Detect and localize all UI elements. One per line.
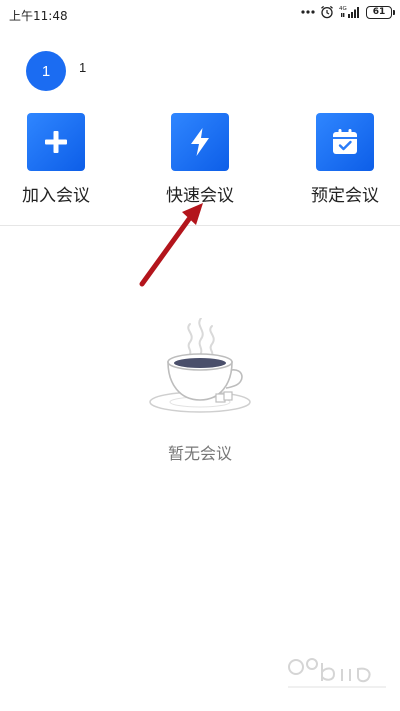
schedule-meeting-button[interactable]: 预定会议	[290, 113, 400, 206]
alarm-clock-icon	[320, 5, 334, 19]
join-meeting-button[interactable]: 加入会议	[1, 113, 111, 206]
network-type: 4G	[339, 6, 347, 12]
join-meeting-tile[interactable]	[27, 113, 85, 171]
meeting-home-screen: 上午11:48 4G 61 1 1 加入会议 快速会议 预定会议 暂无会议	[0, 0, 400, 711]
section-divider	[0, 225, 400, 226]
watermark-logo	[282, 655, 392, 695]
avatar-text: 1	[41, 62, 51, 80]
status-time: 上午11:48	[9, 9, 68, 23]
calendar-check-icon	[333, 129, 357, 154]
user-name: 1	[79, 60, 87, 75]
coffee-cup-icon	[148, 317, 254, 420]
join-meeting-label: 加入会议	[22, 186, 90, 206]
quick-meeting-tile[interactable]	[171, 113, 229, 171]
signal-icon: 4G	[339, 5, 361, 19]
plus-icon	[45, 131, 67, 153]
lightning-icon	[191, 128, 209, 156]
battery-icon: 61	[366, 5, 395, 19]
schedule-meeting-label: 预定会议	[311, 186, 379, 206]
empty-state-text: 暂无会议	[167, 444, 232, 463]
more-dots-icon	[301, 9, 315, 15]
battery-level: 61	[372, 7, 386, 17]
schedule-meeting-tile[interactable]	[316, 113, 374, 171]
status-icons: 4G 61	[301, 5, 395, 19]
status-bar: 上午11:48 4G 61	[0, 0, 400, 28]
quick-meeting-button[interactable]: 快速会议	[145, 113, 255, 206]
avatar[interactable]: 1	[26, 51, 66, 91]
quick-meeting-label: 快速会议	[166, 186, 234, 206]
